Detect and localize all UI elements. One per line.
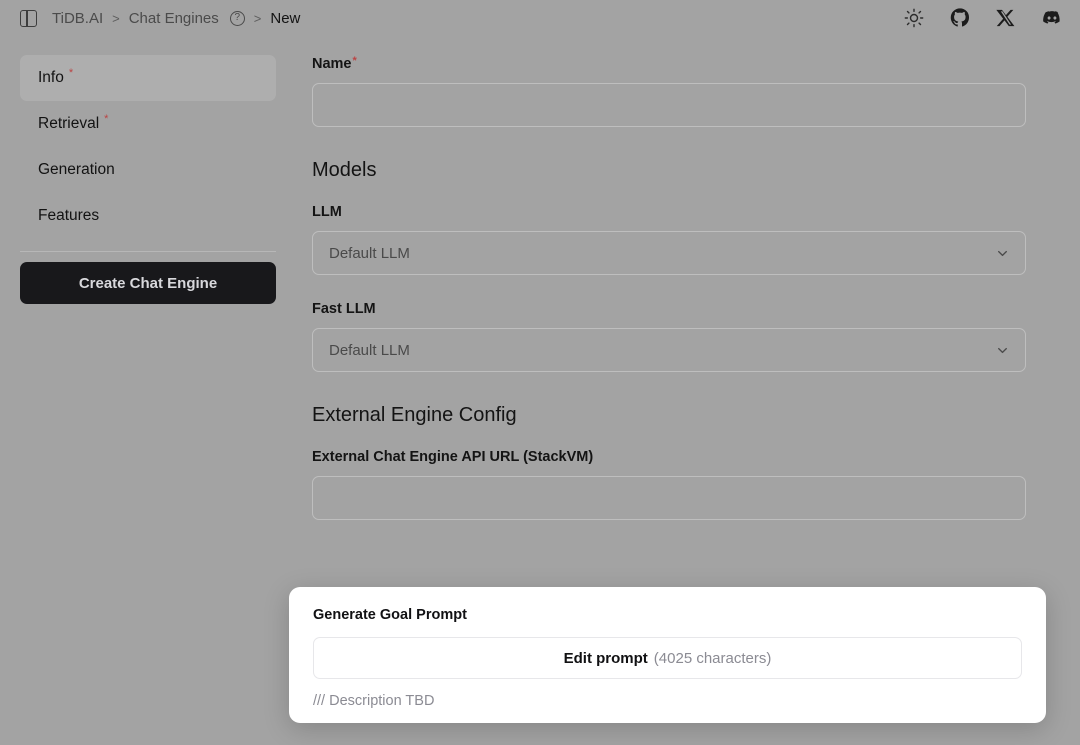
edit-prompt-label: Edit prompt bbox=[564, 650, 648, 667]
external-url-input[interactable] bbox=[312, 476, 1026, 520]
x-twitter-icon[interactable] bbox=[996, 8, 1016, 28]
edit-prompt-button[interactable]: Edit prompt (4025 characters) bbox=[313, 637, 1022, 679]
external-engine-config-heading: External Engine Config bbox=[312, 404, 1026, 427]
generate-goal-prompt-dialog: Generate Goal Prompt Edit prompt (4025 c… bbox=[289, 587, 1046, 723]
llm-select[interactable]: Default LLM bbox=[312, 231, 1026, 275]
chevron-down-icon bbox=[996, 344, 1009, 357]
sidebar-item-retrieval[interactable]: Retrieval * bbox=[20, 101, 276, 147]
llm-label: LLM bbox=[312, 204, 1026, 220]
llm-select-value: Default LLM bbox=[329, 245, 410, 262]
name-label-text: Name bbox=[312, 56, 352, 72]
dialog-title: Generate Goal Prompt bbox=[313, 607, 1022, 623]
required-marker: * bbox=[104, 114, 108, 125]
fast-llm-select-value: Default LLM bbox=[329, 342, 410, 359]
github-icon[interactable] bbox=[950, 8, 970, 28]
create-chat-engine-button[interactable]: Create Chat Engine bbox=[20, 262, 276, 304]
breadcrumb-current: New bbox=[270, 10, 300, 27]
chevron-down-icon bbox=[996, 247, 1009, 260]
sun-icon[interactable] bbox=[904, 8, 924, 28]
sidebar-item-info[interactable]: Info * bbox=[20, 55, 276, 101]
sidebar: Info * Retrieval * Generation Features C… bbox=[20, 55, 276, 304]
breadcrumb-separator-2: > bbox=[254, 11, 262, 26]
chat-engine-form: Name * Models LLM Default LLM Fast LLM D… bbox=[312, 56, 1026, 520]
edit-prompt-char-count: (4025 characters) bbox=[654, 650, 772, 667]
breadcrumb-root[interactable]: TiDB.AI bbox=[52, 10, 103, 27]
discord-icon[interactable] bbox=[1042, 8, 1062, 28]
sidebar-item-label: Features bbox=[38, 207, 99, 225]
required-marker: * bbox=[353, 56, 357, 67]
help-circle-icon[interactable]: ? bbox=[230, 11, 245, 26]
fast-llm-label: Fast LLM bbox=[312, 301, 1026, 317]
fast-llm-select[interactable]: Default LLM bbox=[312, 328, 1026, 372]
external-url-label: External Chat Engine API URL (StackVM) bbox=[312, 449, 1026, 465]
panel-left-icon[interactable] bbox=[20, 10, 37, 27]
sidebar-item-features[interactable]: Features bbox=[20, 193, 276, 239]
sidebar-item-generation[interactable]: Generation bbox=[20, 147, 276, 193]
breadcrumb-chat-engines[interactable]: Chat Engines bbox=[129, 10, 219, 27]
topbar-actions bbox=[904, 8, 1062, 28]
sidebar-item-label: Retrieval bbox=[38, 115, 99, 133]
name-input[interactable] bbox=[312, 83, 1026, 127]
dialog-description: /// Description TBD bbox=[313, 693, 1022, 709]
name-label: Name * bbox=[312, 56, 1026, 72]
models-heading: Models bbox=[312, 159, 1026, 182]
topbar: TiDB.AI > Chat Engines ? > New bbox=[0, 0, 1080, 36]
sidebar-divider bbox=[20, 251, 276, 252]
sidebar-item-label: Generation bbox=[38, 161, 115, 179]
breadcrumb-separator: > bbox=[112, 11, 120, 26]
sidebar-item-label: Info bbox=[38, 69, 64, 87]
required-marker: * bbox=[69, 68, 73, 79]
breadcrumb: TiDB.AI > Chat Engines ? > New bbox=[20, 10, 300, 27]
